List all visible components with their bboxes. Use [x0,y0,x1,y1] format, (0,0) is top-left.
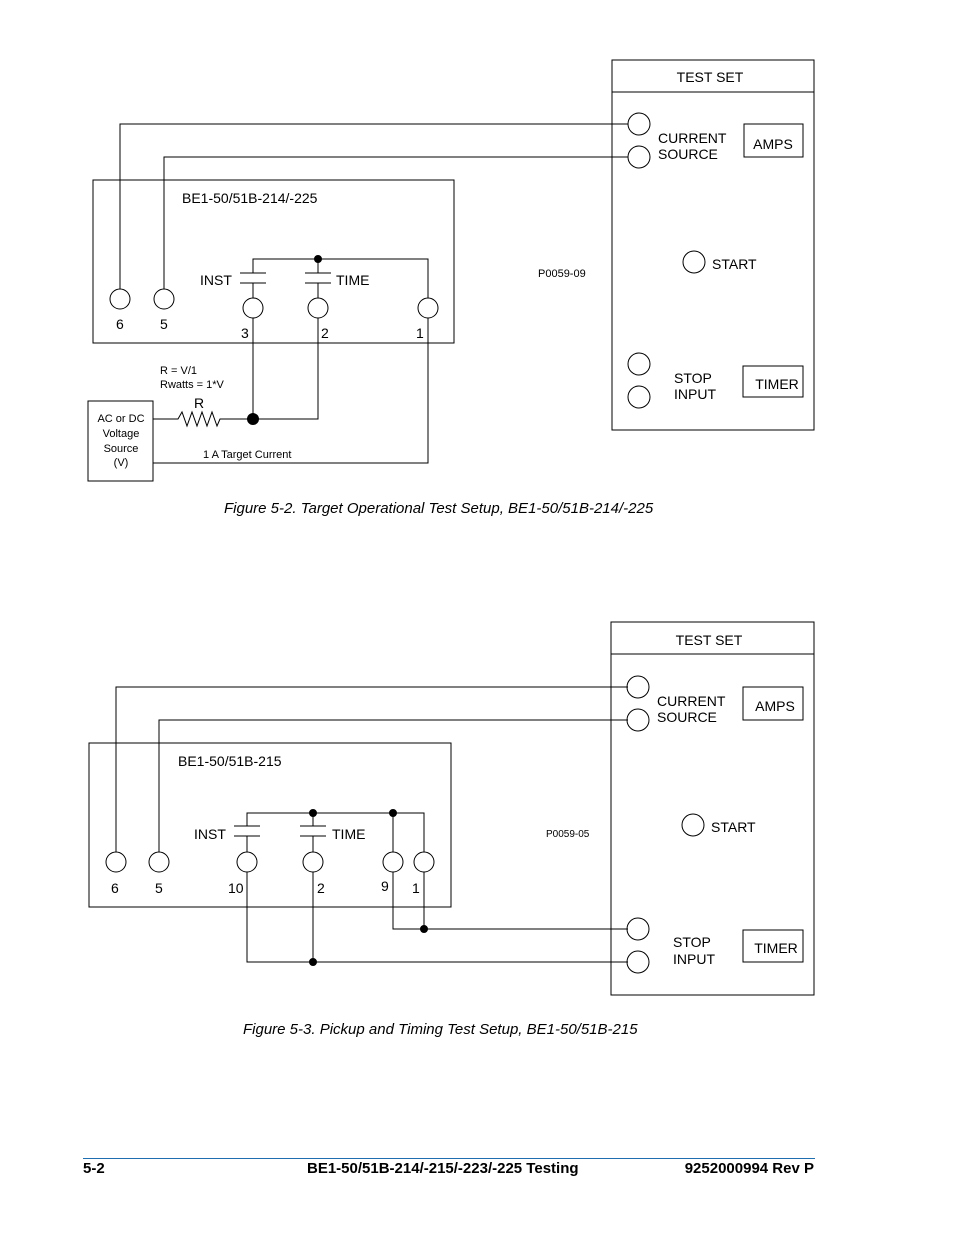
footer-doc-number: 9252000994 Rev P [684,1160,814,1177]
relay-label: BE1-50/51B-214/-225 [182,190,318,206]
current-source-label-1: CURRENT [657,693,726,709]
terminal-label-1: 1 [412,880,420,896]
footer-rule [83,1158,815,1159]
relay-label: BE1-50/51B-215 [178,753,282,769]
test-set-title: TEST SET [677,69,744,85]
figure-5-3-caption: Figure 5-3. Pickup and Timing Test Setup… [243,1021,638,1038]
terminal-9 [382,851,404,873]
terminal-label-3: 3 [241,325,249,341]
start-label: START [711,819,756,835]
source-line-4: (V) [114,457,129,469]
resistor-label: R [194,395,204,411]
source-line-1: AC or DC [97,413,144,425]
footer-page-number: 5-2 [83,1160,105,1177]
start-label: START [712,256,757,272]
terminal-1 [413,851,435,873]
source-line-2: Voltage [103,428,140,440]
formula-watts: Rwatts = 1*V [160,379,225,391]
junction-dot [309,958,317,966]
stop-input-label-2: INPUT [673,951,715,967]
current-source-terminal-1 [627,112,651,136]
time-label: TIME [332,826,365,842]
terminal-6 [105,851,127,873]
terminal-2 [307,297,329,319]
terminal-label-10: 10 [228,880,244,896]
terminal-1 [417,297,439,319]
figure-5-3: BE1-50/51B-215 6 5 10 2 9 1 INST TIME P0… [88,621,815,996]
stop-input-label-1: STOP [673,934,711,950]
current-source-label-2: SOURCE [657,709,717,725]
current-source-terminal-2 [627,145,651,169]
current-source-label-1: CURRENT [658,130,727,146]
current-source-terminal-2 [626,708,650,732]
junction-dot [389,809,397,817]
drawing-id: P0059-09 [538,268,586,280]
formula-r: R = V/1 [160,365,197,377]
stop-input-terminal-1 [626,917,650,941]
time-label: TIME [336,272,369,288]
stop-input-label-1: STOP [674,370,712,386]
junction-dot [309,809,317,817]
wire-terminal-6 [115,686,628,852]
terminal-label-9: 9 [381,878,389,894]
source-line-3: Source [104,443,139,455]
stop-wire-1 [392,872,628,930]
terminal-label-5: 5 [155,880,163,896]
terminal-3 [242,297,264,319]
test-set-title: TEST SET [676,632,743,648]
terminal-label-1: 1 [416,325,424,341]
timer-label: TIMER [755,376,799,392]
inst-label: INST [200,272,232,288]
wire-terminal-6 [119,123,628,289]
terminal-label-2: 2 [317,880,325,896]
stop-input-terminal-2 [626,950,650,974]
target-current-label: 1 A Target Current [203,449,291,461]
stop-input-label-2: INPUT [674,386,716,402]
terminal-label-2: 2 [321,325,329,341]
timer-label: TIMER [754,940,798,956]
amps-label: AMPS [753,136,793,152]
stop-input-terminal-2 [627,385,651,409]
start-terminal [682,250,706,274]
amps-label: AMPS [755,698,795,714]
junction-dot [420,925,428,933]
wiring-diagrams: BE1-50/51B-214/-225 6 5 3 2 1 INST TIME [87,59,815,996]
junction-dot [314,255,322,263]
drawing-id: P0059-05 [546,829,590,840]
current-source-label-2: SOURCE [658,146,718,162]
terminal-5 [148,851,170,873]
current-source-terminal-1 [626,675,650,699]
terminal-label-6: 6 [111,880,119,896]
terminal-label-6: 6 [116,316,124,332]
terminal-10 [236,851,258,873]
inst-label: INST [194,826,226,842]
terminal-5 [153,288,175,310]
figure-5-2: BE1-50/51B-214/-225 6 5 3 2 1 INST TIME [87,59,815,482]
stop-input-terminal-1 [627,352,651,376]
figure-5-2-caption: Figure 5-2. Target Operational Test Setu… [224,500,654,517]
terminal-label-5: 5 [160,316,168,332]
stop-wire-2 [246,872,628,963]
start-terminal [681,813,705,837]
terminal-6 [109,288,131,310]
terminal-2 [302,851,324,873]
resistor-icon [153,410,253,428]
footer-title: BE1-50/51B-214/-215/-223/-225 Testing [307,1160,579,1177]
